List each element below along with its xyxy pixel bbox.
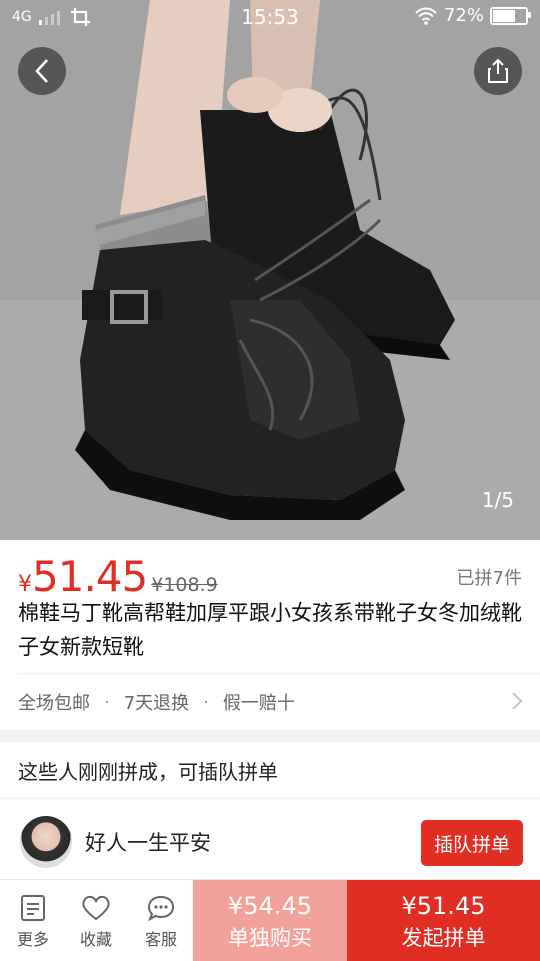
more-label: 更多: [16, 930, 49, 949]
sold-count: 已拼7件: [456, 568, 522, 589]
single-label: 单独购买: [228, 926, 312, 950]
bottom-action-bar: 更多 收藏 客服 ¥54.45 单独购买 ¥51.45 发起拼单: [0, 879, 540, 961]
product-title: 棉鞋马丁靴高帮鞋加厚平跟小女孩系带靴子女冬加绒靴子女新款短靴: [18, 601, 522, 659]
avatar: [20, 816, 72, 868]
price-row: ¥ 51.45 ¥108.9: [18, 552, 218, 601]
share-button[interactable]: [474, 47, 522, 95]
battery-icon: [490, 6, 531, 25]
product-info: ¥ 51.45 ¥108.9 已拼7件 棉鞋马丁靴高帮鞋加厚平跟小女孩系带靴子女…: [0, 540, 540, 730]
service-separator: ·: [104, 691, 110, 713]
heart-icon: [82, 895, 110, 921]
service-guarantees[interactable]: 全场包邮 · 7天退换 · 假一赔十: [18, 673, 540, 730]
wifi-icon: [415, 7, 437, 25]
favorite-label: 收藏: [79, 930, 112, 949]
start-group-buy-button[interactable]: ¥51.45 发起拼单: [347, 880, 540, 961]
more-button[interactable]: 更多: [2, 880, 64, 961]
group-price: 51.45: [32, 552, 148, 601]
image-counter: 1/5: [481, 488, 514, 512]
group-buy-label: 发起拼单: [401, 926, 486, 950]
original-price: ¥108.9: [151, 574, 218, 596]
customer-service-button[interactable]: 客服: [130, 880, 192, 961]
list-icon: [21, 895, 45, 921]
back-button[interactable]: [18, 47, 66, 95]
status-bar: 4G 15:53 72%: [0, 0, 540, 34]
service-7day-return: 7天退换: [123, 693, 190, 714]
chat-bubble-icon: [147, 895, 175, 922]
service-fake-compensation: 假一赔十: [222, 693, 295, 714]
single-price: ¥54.45: [228, 892, 312, 920]
join-group-button[interactable]: 插队拼单: [421, 820, 523, 866]
group-buy-heading: 这些人刚刚拼成，可插队拼单: [0, 742, 540, 799]
product-photo: [0, 0, 540, 540]
buy-single-button[interactable]: ¥54.45 单独购买: [193, 880, 347, 961]
share-icon: [488, 58, 508, 83]
service-free-shipping: 全场包邮: [18, 693, 90, 714]
service-label: 客服: [144, 930, 177, 949]
chevron-left-icon: [35, 59, 48, 83]
chevron-right-icon: [512, 692, 523, 710]
service-separator: ·: [203, 691, 209, 713]
product-image-gallery[interactable]: 4G 15:53 72% 1/5: [0, 0, 540, 540]
currency-symbol: ¥: [18, 572, 32, 597]
group-buy-row[interactable]: 好人一生平安 插队拼单: [0, 799, 540, 879]
favorite-button[interactable]: 收藏: [65, 880, 127, 961]
group-buy-price: ¥51.45: [401, 892, 486, 920]
group-user-name: 好人一生平安: [85, 831, 211, 855]
group-buy-heading-text: 这些人刚刚拼成，可插队拼单: [18, 760, 278, 784]
battery-percent: 72%: [443, 5, 484, 26]
